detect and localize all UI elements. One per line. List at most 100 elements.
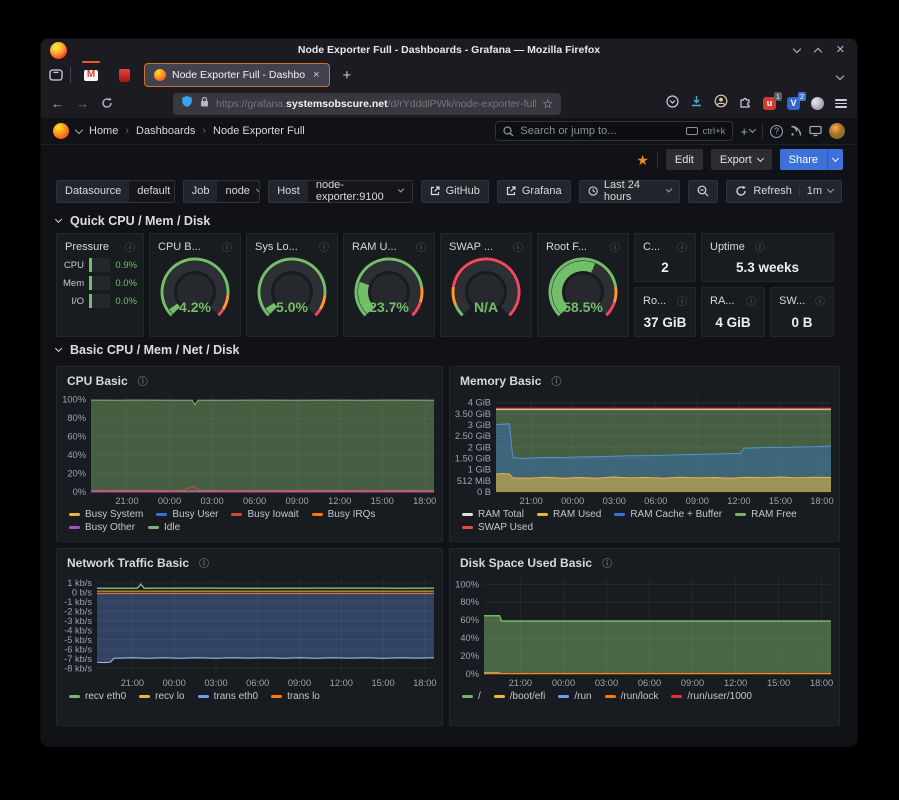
legend-item[interactable]: /run	[558, 691, 591, 702]
window-minimize-icon[interactable]	[793, 44, 801, 52]
address-bar[interactable]: https://grafana.systemsobscure.net/d/rYd…	[173, 93, 561, 115]
info-icon[interactable]: ⓘ	[815, 293, 825, 308]
grafana-link-button[interactable]: Grafana	[497, 180, 571, 203]
variable-datasource[interactable]: Datasource default	[56, 180, 175, 203]
panel-swap-total[interactable]: SW...ⓘ 0 B	[770, 287, 834, 337]
breadcrumb-dashboards[interactable]: Dashboards	[136, 125, 195, 137]
github-link-button[interactable]: GitHub	[421, 180, 489, 203]
share-dropdown-chevron-icon[interactable]	[827, 149, 843, 170]
variable-job[interactable]: Job node	[183, 180, 261, 203]
network-traffic-chart[interactable]: 1 kb/s0 b/s-1 kb/s-2 kb/s-3 kb/s-4 kb/s-…	[57, 572, 442, 690]
legend-item[interactable]: trans eth0	[198, 691, 258, 702]
legend-item[interactable]: Busy System	[69, 509, 143, 520]
panel-cpu-basic[interactable]: CPU Basicⓘ 0%20%40%60%80%100%21:0000:000…	[56, 366, 443, 542]
pocket-icon[interactable]	[666, 95, 679, 113]
new-tab-button[interactable]: +	[337, 67, 358, 84]
info-icon[interactable]: ⓘ	[746, 293, 756, 308]
info-icon[interactable]: ⓘ	[755, 239, 765, 254]
legend-item[interactable]: SWAP Used	[462, 522, 533, 533]
news-rss-icon[interactable]	[790, 125, 802, 137]
memory-basic-chart[interactable]: 0 B512 MiB1 GiB1.50 GiB2 GiB2.50 GiB3 Gi…	[450, 390, 839, 508]
info-icon[interactable]: ⓘ	[513, 239, 523, 254]
legend-item[interactable]: RAM Used	[537, 509, 601, 520]
reload-icon[interactable]	[101, 97, 113, 111]
org-switcher-chevron-icon[interactable]	[75, 125, 83, 133]
favorite-star-icon[interactable]: ★	[636, 153, 649, 167]
display-icon[interactable]	[809, 125, 822, 137]
grafana-logo-icon[interactable]	[53, 123, 69, 139]
window-close-icon[interactable]: ✕	[836, 45, 845, 56]
legend-item[interactable]: trans lo	[271, 691, 320, 702]
legend-item[interactable]: RAM Total	[462, 509, 524, 520]
menu-hamburger-icon[interactable]	[835, 97, 847, 111]
account-icon[interactable]	[714, 94, 728, 113]
info-icon[interactable]: ⓘ	[416, 239, 426, 254]
pinned-tab-2[interactable]	[111, 63, 137, 87]
cpu-basic-chart[interactable]: 0%20%40%60%80%100%21:0000:0003:0006:0009…	[57, 390, 442, 508]
panel-sys-load[interactable]: Sys Lo...ⓘ 5.0%	[246, 233, 338, 337]
panel-pressure[interactable]: Pressureⓘ CPU 0.9% Mem 0.0% I/O 0.0%	[56, 233, 144, 337]
share-button[interactable]: Share	[780, 149, 843, 170]
legend-item[interactable]: Busy IRQs	[312, 509, 376, 520]
legend-item[interactable]: /boot/efi	[494, 691, 546, 702]
legend-item[interactable]: Busy Iowait	[231, 509, 298, 520]
panel-uptime[interactable]: Uptimeⓘ 5.3 weeks	[701, 233, 834, 282]
info-icon[interactable]: ⓘ	[677, 293, 687, 308]
panel-disk-space-basic[interactable]: Disk Space Used Basicⓘ 0%20%40%60%80%100…	[449, 548, 840, 726]
legend-item[interactable]: /	[462, 691, 481, 702]
legend-item[interactable]: RAM Cache + Buffer	[614, 509, 722, 520]
zoom-out-button[interactable]	[688, 180, 718, 203]
variable-host[interactable]: Host node-exporter:9100	[268, 180, 412, 203]
info-icon[interactable]: ⓘ	[602, 555, 612, 570]
pinned-tab-gmail[interactable]: M	[78, 63, 104, 87]
time-range-picker[interactable]: Last 24 hours	[579, 180, 681, 203]
extension-icon[interactable]	[811, 97, 824, 110]
extension-v-icon[interactable]: V 2	[787, 97, 800, 110]
legend-item[interactable]: recv eth0	[69, 691, 126, 702]
bookmark-star-icon[interactable]: ☆	[542, 98, 553, 110]
firefox-view-icon[interactable]	[49, 69, 63, 81]
active-tab[interactable]: Node Exporter Full - Dashbo ×	[144, 63, 330, 87]
info-icon[interactable]: ⓘ	[222, 239, 232, 254]
legend-item[interactable]: /run/user/1000	[671, 691, 752, 702]
panel-network-traffic-basic[interactable]: Network Traffic Basicⓘ 1 kb/s0 b/s-1 kb/…	[56, 548, 443, 726]
info-icon[interactable]: ⓘ	[138, 373, 148, 388]
download-icon[interactable]	[690, 95, 703, 113]
help-icon[interactable]: ?	[770, 125, 783, 138]
section-quick[interactable]: Quick CPU / Mem / Disk	[41, 208, 857, 233]
breadcrumb-home[interactable]: Home	[89, 125, 118, 137]
panel-cpu-cores[interactable]: C...ⓘ 2	[634, 233, 696, 282]
add-new-button[interactable]: +	[740, 124, 755, 139]
panel-rootfs-total[interactable]: Ro...ⓘ 37 GiB	[634, 287, 696, 337]
tab-close-icon[interactable]: ×	[311, 69, 319, 81]
window-maximize-icon[interactable]	[814, 47, 822, 55]
legend-item[interactable]: Idle	[148, 522, 180, 533]
info-icon[interactable]: ⓘ	[610, 239, 620, 254]
panel-ram-total[interactable]: RA...ⓘ 4 GiB	[701, 287, 765, 337]
export-button[interactable]: Export	[711, 149, 772, 170]
info-icon[interactable]: ⓘ	[199, 555, 209, 570]
panel-swap-used[interactable]: SWAP ...ⓘ N/A	[440, 233, 532, 337]
panel-memory-basic[interactable]: Memory Basicⓘ 0 B512 MiB1 GiB1.50 GiB2 G…	[449, 366, 840, 542]
legend-item[interactable]: recv lo	[139, 691, 184, 702]
window-titlebar[interactable]: Node Exporter Full - Dashboards - Grafan…	[41, 39, 857, 61]
legend-item[interactable]: RAM Free	[735, 509, 797, 520]
legend-item[interactable]: /run/lock	[605, 691, 659, 702]
tracking-shield-icon[interactable]	[181, 95, 193, 113]
edit-button[interactable]: Edit	[666, 149, 703, 170]
panel-ram-used[interactable]: RAM U...ⓘ 23.7%	[343, 233, 435, 337]
url-text[interactable]: https://grafana.systemsobscure.net/d/rYd…	[216, 98, 536, 110]
disk-space-chart[interactable]: 0%20%40%60%80%100%21:0000:0003:0006:0009…	[450, 572, 839, 690]
legend-item[interactable]: Busy Other	[69, 522, 135, 533]
info-icon[interactable]: ⓘ	[319, 239, 329, 254]
lock-icon[interactable]	[199, 95, 210, 113]
refresh-button[interactable]: Refresh | 1m	[726, 180, 842, 203]
back-button[interactable]: ←	[51, 97, 64, 110]
section-basic[interactable]: Basic CPU / Mem / Net / Disk	[41, 337, 857, 362]
panel-cpu-busy[interactable]: CPU B...ⓘ 4.2%	[149, 233, 241, 337]
search-input[interactable]: Search or jump to... ctrl+k	[495, 121, 733, 141]
list-all-tabs-icon[interactable]	[837, 66, 849, 84]
panel-rootfs-used[interactable]: Root F...ⓘ 58.5%	[537, 233, 629, 337]
user-avatar[interactable]	[829, 123, 845, 139]
info-icon[interactable]: ⓘ	[551, 373, 561, 388]
